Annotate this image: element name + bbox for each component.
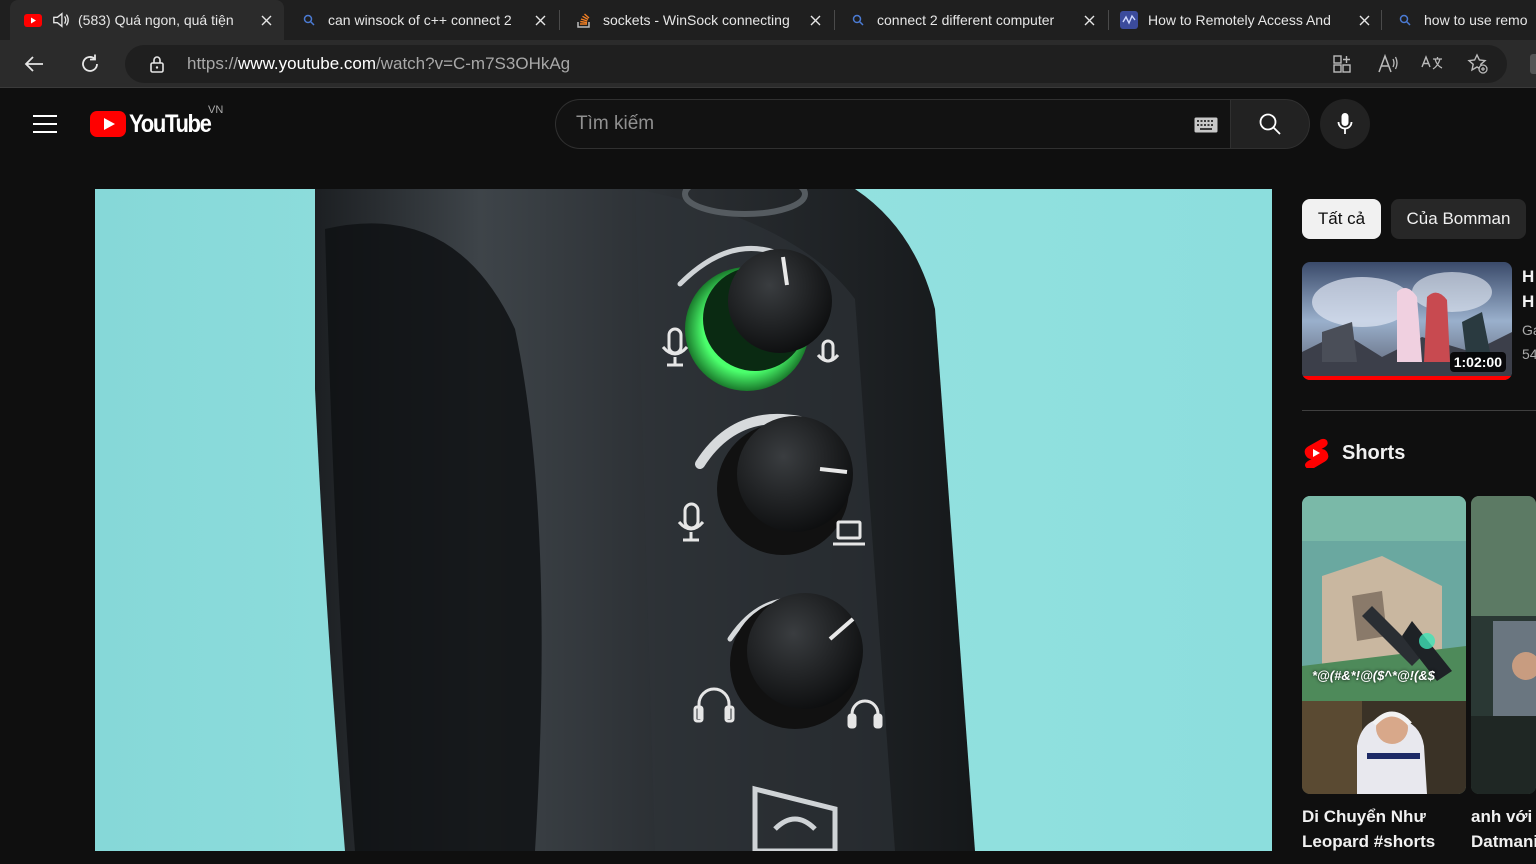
country-code: VN — [208, 104, 224, 116]
short-image — [1471, 496, 1536, 794]
close-icon[interactable] — [807, 12, 823, 28]
tab-title: how to use remo — [1424, 12, 1528, 28]
search-input[interactable] — [576, 113, 1156, 135]
browser-toolbar: https://www.youtube.com/watch?v=C-m7S3OH… — [0, 40, 1536, 88]
tab-title: can winsock of c++ connect 2 — [328, 12, 512, 28]
chip-all[interactable]: Tất cả — [1302, 199, 1381, 239]
arrow-left-icon — [24, 56, 43, 72]
title-line: anh với — [1471, 807, 1533, 826]
youtube-logo[interactable]: YouTube VN — [90, 104, 223, 139]
title-line: H — [1522, 267, 1535, 286]
tab-remote-access[interactable]: How to Remotely Access And — [1120, 0, 1382, 40]
youtube-play-icon — [90, 111, 126, 137]
url-host: www.youtube.com — [238, 54, 376, 73]
back-button[interactable] — [18, 48, 50, 80]
refresh-icon — [82, 54, 98, 72]
title-line: Di Chuyển Như — [1302, 807, 1426, 826]
short-title[interactable]: anh với Datmani — [1471, 804, 1536, 854]
read-aloud-icon[interactable] — [1377, 53, 1399, 75]
refresh-button[interactable] — [74, 48, 106, 80]
watch-progress — [1302, 376, 1512, 380]
short-thumbnail[interactable] — [1471, 496, 1536, 794]
app-available-icon[interactable] — [1331, 53, 1353, 75]
search-button[interactable] — [1230, 99, 1310, 149]
tab-youtube[interactable]: (583) Quá ngon, quá tiện — [10, 0, 284, 40]
shorts-label: Shorts — [1342, 441, 1406, 464]
tab-search-winsock[interactable]: can winsock of c++ connect 2 — [300, 0, 558, 40]
translate-icon[interactable] — [1421, 53, 1443, 75]
voice-search-button[interactable] — [1320, 99, 1370, 149]
search-icon — [300, 11, 318, 29]
logo-wordmark: YouTube — [129, 109, 212, 138]
microphone-icon — [1337, 113, 1353, 134]
close-icon[interactable] — [1356, 12, 1372, 28]
search-icon — [849, 11, 867, 29]
tab-stackoverflow[interactable]: sockets - WinSock connecting — [575, 0, 833, 40]
speaker-icon[interactable] — [52, 11, 70, 29]
video-player[interactable] — [95, 189, 1272, 851]
watch-progress-fill — [1302, 376, 1512, 380]
video-frame-image — [95, 189, 1272, 851]
tab-title: How to Remotely Access And — [1148, 12, 1331, 28]
search-icon — [1259, 113, 1281, 135]
shorts-icon — [1304, 438, 1329, 468]
tab-title: connect 2 different computer — [877, 12, 1055, 28]
tab-title: (583) Quá ngon, quá tiện — [78, 12, 234, 28]
title-line: H — [1522, 292, 1535, 311]
keyboard-icon[interactable] — [1194, 117, 1218, 133]
tab-search-connect[interactable]: connect 2 different computer — [849, 0, 1107, 40]
recommended-meta: Ga 54 — [1522, 318, 1536, 366]
tab-separator — [1381, 10, 1382, 30]
close-icon[interactable] — [532, 12, 548, 28]
url-text[interactable]: https://www.youtube.com/watch?v=C-m7S3OH… — [187, 54, 570, 74]
url-path: /watch?v=C-m7S3OHkAg — [375, 54, 571, 73]
close-icon[interactable] — [258, 12, 274, 28]
profile-edge — [1530, 54, 1536, 74]
title-line: Datmani — [1471, 832, 1536, 851]
video-duration: 1:02:00 — [1449, 352, 1506, 372]
short-caption: *@(#&*!@($^*@!(&$ — [1312, 668, 1435, 683]
view-count: 54 — [1522, 346, 1536, 362]
title-line: Leopard #shorts — [1302, 832, 1436, 851]
browser-tab-strip: (583) Quá ngon, quá tiện can winsock of … — [0, 0, 1536, 40]
url-scheme: https:// — [187, 54, 239, 73]
youtube-header: YouTube VN — [0, 89, 1536, 159]
recommended-thumbnail[interactable]: 1:02:00 — [1302, 262, 1512, 380]
short-title[interactable]: Di Chuyển Như Leopard #shorts — [1302, 804, 1466, 854]
tab-separator — [834, 10, 835, 30]
guide-menu-button[interactable] — [26, 105, 64, 143]
channel-name: Ga — [1522, 322, 1536, 338]
search-icon — [1396, 11, 1414, 29]
site-icon — [1120, 11, 1138, 29]
tab-separator — [559, 10, 560, 30]
chip-from-channel[interactable]: Của Bomman — [1391, 199, 1526, 239]
short-thumbnail[interactable]: *@(#&*!@($^*@!(&$ — [1302, 496, 1466, 794]
tab-title: sockets - WinSock connecting — [603, 12, 790, 28]
tab-separator — [1108, 10, 1109, 30]
search-box — [555, 99, 1231, 149]
shorts-header: Shorts — [1302, 438, 1405, 468]
section-divider — [1302, 410, 1536, 411]
youtube-icon — [24, 11, 42, 29]
recommended-title[interactable]: HH — [1522, 264, 1536, 314]
stackoverflow-icon — [575, 11, 593, 29]
address-bar[interactable]: https://www.youtube.com/watch?v=C-m7S3OH… — [125, 45, 1507, 83]
lock-icon[interactable] — [147, 54, 167, 74]
tab-search-remote[interactable]: how to use remo — [1396, 0, 1536, 40]
hamburger-icon — [33, 115, 57, 133]
favorites-icon[interactable] — [1467, 53, 1489, 75]
close-icon[interactable] — [1081, 12, 1097, 28]
short-image — [1302, 496, 1466, 794]
